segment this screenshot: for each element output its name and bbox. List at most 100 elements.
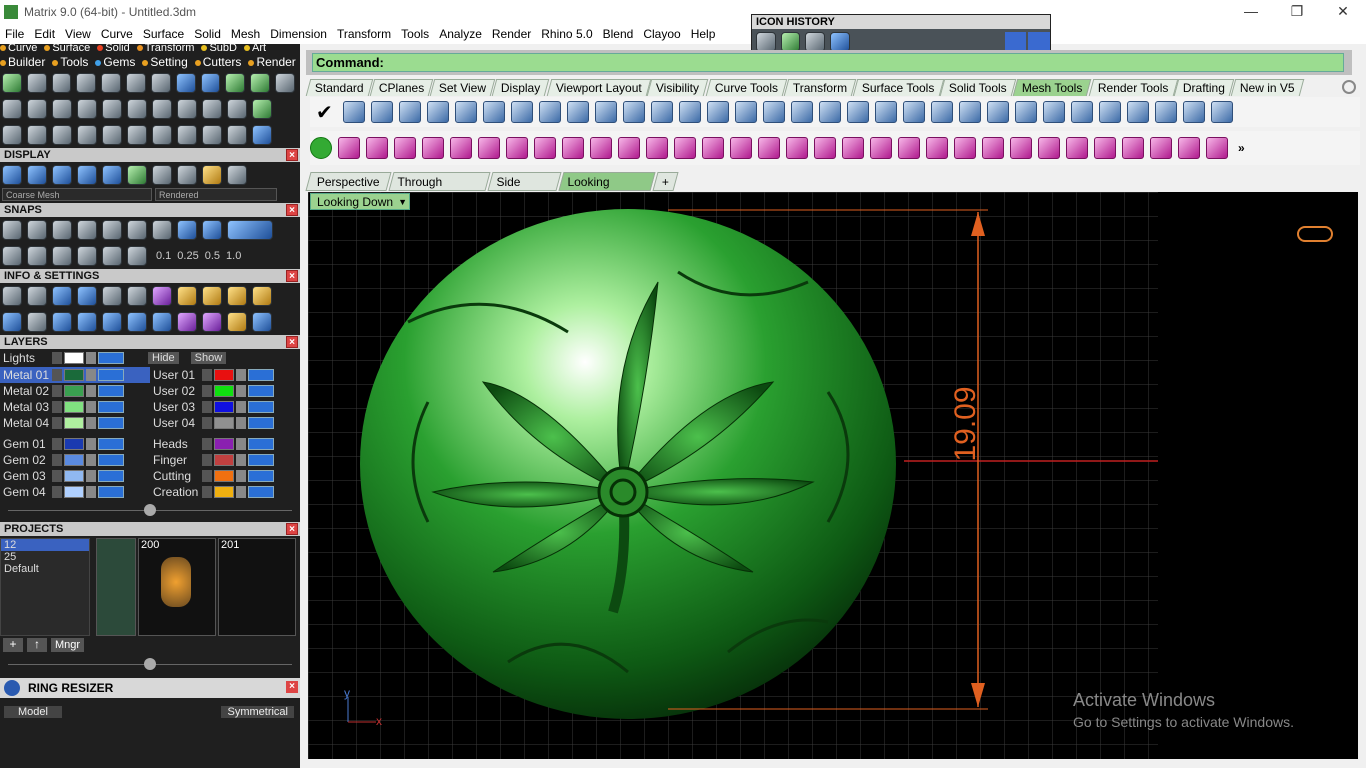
mesh-tool-icon[interactable] xyxy=(762,101,785,123)
layer-row[interactable]: Creation xyxy=(150,484,300,500)
layer-row[interactable]: User 04 xyxy=(150,415,300,431)
menu-mesh[interactable]: Mesh xyxy=(226,27,265,41)
layer-color-swatch[interactable] xyxy=(64,401,84,413)
model-button[interactable]: Model xyxy=(4,706,62,718)
layer-color-swatch[interactable] xyxy=(214,417,234,429)
visibility-toggle[interactable] xyxy=(248,470,274,482)
mirror-tool-icon[interactable] xyxy=(202,125,222,145)
power-icon[interactable] xyxy=(310,137,332,159)
filter-icon[interactable] xyxy=(102,312,122,332)
pattern-tool-icon[interactable] xyxy=(77,99,97,119)
snap-value-0[interactable]: 0.1 xyxy=(156,250,171,262)
minimize-icon[interactable]: — xyxy=(1228,0,1274,24)
close-icon[interactable]: × xyxy=(286,523,298,535)
fillet-tool-icon[interactable] xyxy=(52,125,72,145)
mesh-tool-icon[interactable] xyxy=(1154,101,1177,123)
matrix-tool-icon[interactable] xyxy=(338,137,360,159)
close-icon[interactable]: × xyxy=(286,270,298,282)
environment-icon[interactable] xyxy=(227,165,247,185)
visibility-toggle[interactable] xyxy=(98,352,124,364)
layer-color-swatch[interactable] xyxy=(214,470,234,482)
mesh-tool-icon[interactable] xyxy=(370,101,393,123)
menu-tools[interactable]: Tools xyxy=(396,27,434,41)
project-thumbnail[interactable]: 201 xyxy=(218,538,296,636)
layer-arrow-icon[interactable] xyxy=(52,352,62,364)
layer-row[interactable]: Gem 02 xyxy=(0,452,150,468)
group-tool-icon[interactable] xyxy=(2,125,22,145)
mesh-tool-icon[interactable] xyxy=(510,101,533,123)
metal-sphere-icon[interactable] xyxy=(152,165,172,185)
mesh-tool-icon[interactable] xyxy=(986,101,1009,123)
measure-icon[interactable] xyxy=(202,312,222,332)
signet-tool-icon[interactable] xyxy=(177,99,197,119)
layer-color-swatch[interactable] xyxy=(64,352,84,364)
gear-icon[interactable] xyxy=(1342,80,1356,94)
project-thumbnail[interactable]: 200 xyxy=(138,538,216,636)
mesh-tool-icon[interactable] xyxy=(566,101,589,123)
weight-tool-icon[interactable] xyxy=(202,99,222,119)
hide-button[interactable]: Hide xyxy=(148,352,179,364)
menu-curve[interactable]: Curve xyxy=(96,27,138,41)
text-tool-icon[interactable] xyxy=(2,99,22,119)
mesh-tool-icon[interactable] xyxy=(1182,101,1205,123)
tab-standard[interactable]: Standard xyxy=(305,79,373,96)
cylinder-icon[interactable] xyxy=(77,312,97,332)
monitor-icon[interactable] xyxy=(27,312,47,332)
tab-perspective[interactable]: Perspective xyxy=(305,172,392,191)
menu-view[interactable]: View xyxy=(60,27,96,41)
cat-curve[interactable]: Curve xyxy=(0,42,37,54)
gallery-tool-icon[interactable] xyxy=(225,73,246,93)
tab-curve-tools[interactable]: Curve Tools xyxy=(705,79,787,96)
print-icon[interactable] xyxy=(252,286,272,306)
record-history-icon[interactable] xyxy=(102,246,122,266)
layer-color-swatch[interactable] xyxy=(64,438,84,450)
dropdown-arrow-icon[interactable]: ▼ xyxy=(398,194,407,210)
check-icon[interactable]: ✔ xyxy=(316,100,333,125)
cat-solid[interactable]: Solid xyxy=(97,42,130,54)
visibility-toggle[interactable] xyxy=(98,385,124,397)
matrix-tool-icon[interactable] xyxy=(926,137,948,159)
visibility-toggle[interactable] xyxy=(248,417,274,429)
setting-tool-icon[interactable] xyxy=(126,73,146,93)
matrix-tool-icon[interactable] xyxy=(618,137,640,159)
dimension-label[interactable]: 19.09 xyxy=(946,384,986,464)
layer-row[interactable]: Finger xyxy=(150,452,300,468)
lock-icon[interactable] xyxy=(236,486,246,498)
visibility-toggle[interactable] xyxy=(248,369,274,381)
lock-icon[interactable] xyxy=(86,385,96,397)
lock-icon[interactable] xyxy=(86,417,96,429)
bezel-tool-icon[interactable] xyxy=(102,99,122,119)
array-tool-icon[interactable] xyxy=(127,99,147,119)
globe-icon[interactable] xyxy=(102,165,122,185)
history-tool-icon[interactable] xyxy=(830,32,850,52)
matrix-tool-icon[interactable] xyxy=(1150,137,1172,159)
edit-icon[interactable] xyxy=(127,286,147,306)
add-project-button[interactable]: + xyxy=(3,638,23,652)
matrix-tool-icon[interactable] xyxy=(954,137,976,159)
matrix-tool-icon[interactable] xyxy=(1206,137,1228,159)
builder-tool-icon[interactable] xyxy=(2,73,22,93)
up-button[interactable]: ↑ xyxy=(27,638,47,652)
cat-surface[interactable]: Surface xyxy=(44,42,90,54)
mesh-tool-icon[interactable] xyxy=(342,101,365,123)
mesh-tool-icon[interactable] xyxy=(958,101,981,123)
lock-icon[interactable] xyxy=(86,470,96,482)
tab-display[interactable]: Display xyxy=(491,79,550,96)
ring-tool-icon[interactable] xyxy=(26,73,47,93)
matrix-tool-icon[interactable] xyxy=(786,137,808,159)
analyze-icon[interactable] xyxy=(27,286,47,306)
shape-tool-icon[interactable] xyxy=(227,99,247,119)
matrix-tool-icon[interactable] xyxy=(562,137,584,159)
cat-render[interactable]: Render xyxy=(248,55,296,69)
mesh-tool-icon[interactable] xyxy=(790,101,813,123)
flow-tool-icon[interactable] xyxy=(152,99,172,119)
mesh-tool-icon[interactable] xyxy=(650,101,673,123)
matrix-tool-icon[interactable] xyxy=(814,137,836,159)
cutter-tool-icon[interactable] xyxy=(150,73,171,93)
layer-color-swatch[interactable] xyxy=(214,385,234,397)
tab-through-finger[interactable]: Through Finger xyxy=(388,172,491,207)
snap-perp-icon[interactable] xyxy=(152,220,172,240)
lock-icon[interactable] xyxy=(86,438,96,450)
mesh-tool-icon[interactable] xyxy=(1042,101,1065,123)
close-icon[interactable]: × xyxy=(286,681,298,693)
